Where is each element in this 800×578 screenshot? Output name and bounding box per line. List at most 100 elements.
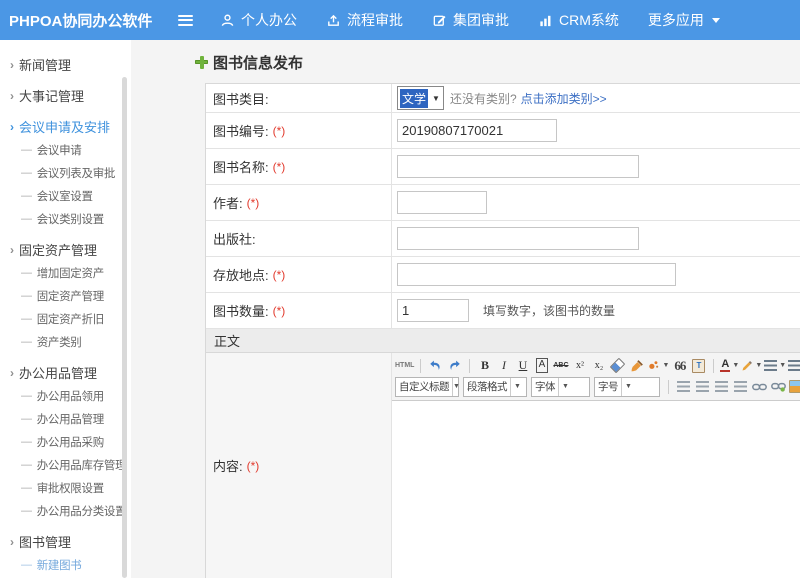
chevron-right-icon: › [10, 243, 14, 257]
font-color-button[interactable]: A▼ [720, 357, 739, 375]
align-left-button[interactable] [675, 378, 692, 396]
book-name-input[interactable] [397, 155, 639, 178]
sidebar-item-meeting-group[interactable]: ›会议申请及安排 [0, 115, 131, 138]
sidebar-item-asset-depreciation[interactable]: —固定资产折旧 [0, 307, 131, 330]
sidebar-item-asset-add[interactable]: —增加固定资产 [0, 261, 131, 284]
sidebar-item-supplies-category[interactable]: —办公用品分类设置 [0, 499, 131, 522]
image-button[interactable] [789, 378, 800, 396]
format-painter-button[interactable]: ▼ [647, 357, 669, 375]
sidebar-item-meeting-category[interactable]: —会议类别设置 [0, 207, 131, 230]
sidebar-item-approval-permission[interactable]: —审批权限设置 [0, 476, 131, 499]
subscript-button[interactable]: x₂ [590, 357, 607, 375]
italic-button[interactable]: I [495, 357, 512, 375]
strikethrough-button[interactable]: ABC [552, 357, 569, 375]
superscript-button[interactable]: x² [571, 357, 588, 375]
caret-down-icon: ▼ [452, 378, 460, 396]
nav-group-approval[interactable]: 集团审批 [432, 10, 509, 30]
sidebar-scrollbar[interactable] [122, 77, 127, 578]
caret-down-icon: ▼ [755, 362, 762, 369]
toolbar-separator [713, 359, 714, 373]
blockquote-button[interactable]: 66 [671, 357, 688, 375]
topbar: PHPOA协同办公软件 个人办公 流程审批 集团审批 CRM系统 更多应用 [0, 0, 800, 40]
align-right-button[interactable] [713, 378, 730, 396]
link-button[interactable] [751, 378, 768, 396]
sidebar-item-assets-group[interactable]: ›固定资产管理 [0, 238, 131, 261]
sidebar-item-supplies-group[interactable]: ›办公用品管理 [0, 361, 131, 384]
align-center-button[interactable] [694, 378, 711, 396]
book-code-input[interactable] [397, 119, 557, 142]
nav-crm[interactable]: CRM系统 [538, 10, 619, 30]
sidebar-item-events[interactable]: ›大事记管理 [0, 84, 131, 107]
sidebar-item-asset-manage[interactable]: —固定资产管理 [0, 284, 131, 307]
sidebar-item-supplies-claim[interactable]: —办公用品领用 [0, 384, 131, 407]
editor-content-area[interactable] [392, 401, 800, 578]
quantity-hint: 填写数字，该图书的数量 [483, 302, 615, 319]
rich-text-editor: HTML B I U A ABC x² x₂ [392, 353, 800, 578]
paste-as-text-button[interactable]: T [690, 357, 707, 375]
clipboard-icon: T [692, 359, 705, 373]
redo-button[interactable] [446, 357, 463, 375]
location-input[interactable] [397, 263, 676, 286]
category-select[interactable]: 文学 ▼ [397, 86, 444, 110]
eraser-icon [610, 358, 626, 374]
brand-logo: PHPOA协同办公软件 [0, 10, 178, 31]
caret-down-icon: ▼ [558, 378, 572, 396]
font-border-button[interactable]: A [536, 358, 549, 373]
ordered-list-button[interactable]: ▼ [764, 357, 786, 375]
chevron-right-icon: › [10, 535, 14, 549]
underline-button[interactable]: U [514, 357, 531, 375]
font-family-select[interactable]: 字体▼ [531, 377, 590, 397]
dash-icon: — [21, 559, 32, 571]
sidebar-item-meeting-apply[interactable]: —会议申请 [0, 138, 131, 161]
nav-personal-office[interactable]: 个人办公 [220, 10, 297, 30]
sidebar-item-supplies-stock[interactable]: —办公用品库存管理 [0, 453, 131, 476]
highlight-button[interactable]: ▼ [741, 357, 762, 375]
required-mark: (*) [273, 160, 286, 174]
html-source-button[interactable]: HTML [395, 357, 414, 375]
toolbar-separator [668, 380, 669, 394]
body-section-header: 正文 [206, 329, 800, 353]
paragraph-format-select[interactable]: 段落格式▼ [463, 377, 527, 397]
clear-format-button[interactable] [628, 357, 645, 375]
person-icon [220, 13, 235, 28]
link-icon [752, 382, 767, 392]
align-justify-button[interactable] [732, 378, 749, 396]
unordered-list-icon [788, 360, 800, 371]
font-size-select[interactable]: 字号▼ [594, 377, 660, 397]
dash-icon: — [21, 459, 32, 471]
sidebar-item-asset-category[interactable]: —资产类别 [0, 330, 131, 353]
sidebar-item-meeting-room[interactable]: —会议室设置 [0, 184, 131, 207]
eraser-button[interactable] [609, 357, 626, 375]
bold-button[interactable]: B [476, 357, 493, 375]
form-row-author: 作者:(*) [206, 185, 800, 221]
caret-down-icon: ▼ [732, 362, 739, 369]
unlink-button[interactable] [770, 378, 787, 396]
dash-icon: — [21, 167, 32, 179]
nav-more-apps[interactable]: 更多应用 [648, 10, 720, 30]
caret-down-icon: ▼ [662, 362, 669, 369]
chevron-right-icon: › [10, 366, 14, 380]
quantity-input[interactable] [397, 299, 469, 322]
required-mark: (*) [273, 268, 286, 282]
hamburger-menu-icon[interactable] [178, 15, 193, 26]
sidebar-item-meeting-list[interactable]: —会议列表及审批 [0, 161, 131, 184]
sidebar-item-book-new[interactable]: —新建图书 [0, 553, 131, 576]
add-category-link[interactable]: 点击添加类别>> [521, 90, 607, 107]
nav-flow-approval[interactable]: 流程审批 [326, 10, 403, 30]
publisher-input[interactable] [397, 227, 639, 250]
dash-icon: — [21, 436, 32, 448]
heading-select[interactable]: 自定义标题▼ [395, 377, 459, 397]
form-row-content: 内容:(*) HTML B I U A ABC [206, 353, 800, 578]
align-right-icon [715, 381, 728, 392]
sidebar-item-books-group[interactable]: ›图书管理 [0, 530, 131, 553]
undo-button[interactable] [427, 357, 444, 375]
main-content: 图书信息发布 图书类目: 文学 ▼ 还没有类别? 点击添加类别>> 图书编号:(… [131, 40, 800, 578]
sidebar-item-news[interactable]: ›新闻管理 [0, 53, 131, 76]
sidebar-item-supplies-manage[interactable]: —办公用品管理 [0, 407, 131, 430]
dash-icon: — [21, 413, 32, 425]
form-row-code: 图书编号:(*) [206, 113, 800, 149]
author-input[interactable] [397, 191, 487, 214]
sidebar-item-supplies-purchase[interactable]: —办公用品采购 [0, 430, 131, 453]
sidebar: ›新闻管理 ›大事记管理 ›会议申请及安排 —会议申请 —会议列表及审批 —会议… [0, 40, 131, 578]
unordered-list-button[interactable]: ▼ [788, 357, 800, 375]
